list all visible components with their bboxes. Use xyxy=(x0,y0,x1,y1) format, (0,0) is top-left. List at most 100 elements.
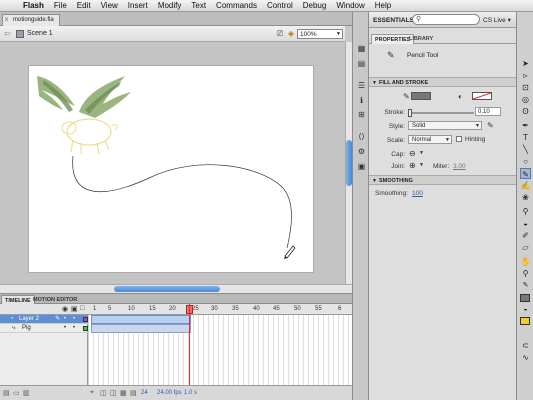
stroke-color-swatch[interactable] xyxy=(411,92,431,100)
menu-commands[interactable]: Commands xyxy=(211,1,262,10)
smooth-option-icon[interactable]: ∿ xyxy=(520,352,531,363)
scale-select[interactable]: Normal ▼ xyxy=(408,135,452,144)
pencil-tool-icon[interactable]: ✎ xyxy=(520,168,531,179)
current-frame[interactable]: 24 xyxy=(141,390,148,396)
stroke-color-well[interactable] xyxy=(520,294,530,302)
tab-motion-editor[interactable]: MOTION EDITOR xyxy=(30,295,80,304)
menu-modify[interactable]: Modify xyxy=(153,1,187,10)
layer-row-pig[interactable]: ⤷ Pig • • xyxy=(0,324,88,333)
eraser-tool-icon[interactable]: ▱ xyxy=(520,242,531,253)
stroke-style-select[interactable]: Solid ▼ xyxy=(408,121,482,130)
edit-scene-icon[interactable]: ⎚ xyxy=(275,29,285,39)
frame-grid[interactable] xyxy=(89,315,352,385)
onion-outline-icon[interactable]: ◫ xyxy=(110,389,117,397)
close-tab-icon[interactable]: x xyxy=(5,17,8,23)
lock-dot[interactable]: • xyxy=(73,315,75,324)
menu-flash[interactable]: Flash xyxy=(18,1,49,10)
brush-tool-icon[interactable]: ✍ xyxy=(520,180,531,191)
slider-thumb[interactable] xyxy=(408,109,412,117)
document-tab[interactable]: x motionguide.fla xyxy=(2,14,60,26)
lock-dot[interactable]: • xyxy=(73,324,75,333)
selection-tool-icon[interactable]: ➤ xyxy=(520,58,531,69)
subselection-tool-icon[interactable]: ▹ xyxy=(520,70,531,81)
flying-pig-graphic[interactable] xyxy=(37,76,131,155)
cap-style-icon[interactable]: ⊖ xyxy=(409,149,416,158)
deco-tool-icon[interactable]: ❀ xyxy=(520,192,531,203)
smoothing-value[interactable]: 100 xyxy=(412,190,423,197)
3d-rotation-tool-icon[interactable]: ◎ xyxy=(520,94,531,105)
section-fill-and-stroke[interactable]: ▼ FILL AND STROKE xyxy=(369,77,516,87)
hinting-checkbox[interactable] xyxy=(456,136,462,142)
menu-file[interactable]: File xyxy=(49,1,72,10)
code-snippets-icon[interactable]: ⟨⟩ xyxy=(356,132,367,142)
chevron-down-icon[interactable]: ▼ xyxy=(419,162,424,168)
motion-presets-icon[interactable]: ▣ xyxy=(356,162,367,172)
fill-color-well[interactable] xyxy=(520,317,530,325)
paint-bucket-tool-icon[interactable]: ◒ xyxy=(520,218,531,229)
frame-rate[interactable]: 24.00 fps xyxy=(157,390,182,396)
new-layer-icon[interactable]: ▤ xyxy=(3,389,10,397)
menu-text[interactable]: Text xyxy=(186,1,211,10)
info-panel-icon[interactable]: ℹ xyxy=(356,96,367,106)
transform-panel-icon[interactable]: ⊞ xyxy=(356,110,367,120)
section-smoothing[interactable]: ▼ SMOOTHING xyxy=(369,175,516,185)
stage-vertical-scrollbar[interactable] xyxy=(345,42,352,284)
stroke-width-field[interactable]: 0.10 xyxy=(475,107,501,116)
zoom-tool-icon[interactable]: ⚲ xyxy=(520,268,531,279)
chevron-down-icon[interactable]: ▼ xyxy=(419,150,424,156)
help-search-input[interactable]: ⚲ xyxy=(412,14,480,25)
guide-layer-frames[interactable] xyxy=(91,315,191,324)
stage-horizontal-scrollbar[interactable] xyxy=(0,284,352,293)
visibility-dot[interactable]: • xyxy=(64,324,66,333)
menu-control[interactable]: Control xyxy=(262,1,298,10)
lock-icon[interactable]: ▣ xyxy=(71,305,78,313)
scene-label[interactable]: Scene 1 xyxy=(27,30,53,37)
layer-color-swatch[interactable] xyxy=(83,317,88,322)
menu-insert[interactable]: Insert xyxy=(123,1,153,10)
edit-stroke-style-icon[interactable]: ✎ xyxy=(487,121,494,130)
outline-icon[interactable]: □ xyxy=(80,305,84,312)
pen-tool-icon[interactable]: ✒ xyxy=(520,120,531,131)
stroke-width-slider[interactable] xyxy=(408,109,474,117)
delete-layer-icon[interactable]: ▥ xyxy=(23,389,30,397)
layer-color-swatch[interactable] xyxy=(83,326,88,331)
align-panel-icon[interactable]: ☰ xyxy=(356,81,367,91)
text-tool-icon[interactable]: T xyxy=(520,132,531,143)
snap-to-objects-icon[interactable]: ⊂ xyxy=(520,340,531,351)
stage[interactable] xyxy=(28,65,314,273)
oval-tool-icon[interactable]: ○ xyxy=(520,156,531,167)
motion-guide-path[interactable] xyxy=(72,155,292,249)
layer-name[interactable]: Pig xyxy=(22,324,31,333)
fill-color-swatch[interactable] xyxy=(472,92,492,100)
menu-help[interactable]: Help xyxy=(370,1,396,10)
hand-tool-icon[interactable]: ✋ xyxy=(520,256,531,267)
edit-symbols-icon[interactable]: ◈ xyxy=(286,29,296,39)
components-panel-icon[interactable]: ⚙ xyxy=(356,147,367,157)
eye-icon[interactable]: ◉ xyxy=(62,305,68,313)
miter-value[interactable]: 3.00 xyxy=(453,163,466,170)
horizontal-scroll-thumb[interactable] xyxy=(114,286,220,292)
lasso-tool-icon[interactable]: ʘ xyxy=(520,106,531,117)
color-panel-icon[interactable]: ▦ xyxy=(356,44,367,54)
onion-skin-icon[interactable]: ◫ xyxy=(100,389,107,397)
menu-edit[interactable]: Edit xyxy=(72,1,96,10)
cs-live-menu[interactable]: CS Live ▾ xyxy=(483,16,511,24)
edit-multiple-frames-icon[interactable]: ▦ xyxy=(120,389,127,397)
tween-span[interactable] xyxy=(91,324,191,333)
center-frame-icon[interactable]: ⌖ xyxy=(90,389,94,397)
eyedropper-tool-icon[interactable]: ✐ xyxy=(520,230,531,241)
visibility-dot[interactable]: • xyxy=(64,315,66,324)
swatches-panel-icon[interactable]: ▤ xyxy=(356,59,367,69)
tab-library[interactable]: LIBRARY xyxy=(406,34,436,44)
zoom-select[interactable]: 100% ▼ xyxy=(297,29,343,39)
free-transform-tool-icon[interactable]: ⊡ xyxy=(520,82,531,93)
layer-row-layer-2[interactable]: ◔ Layer 2 ✎ • • xyxy=(0,315,88,324)
modify-markers-icon[interactable]: ▤ xyxy=(130,389,137,397)
menu-window[interactable]: Window xyxy=(331,1,369,10)
menu-view[interactable]: View xyxy=(96,1,123,10)
bone-tool-icon[interactable]: ⚲ xyxy=(520,206,531,217)
line-tool-icon[interactable]: ╲ xyxy=(520,144,531,155)
layer-name[interactable]: Layer 2 xyxy=(19,315,39,324)
join-style-icon[interactable]: ⊕ xyxy=(409,161,416,170)
back-arrow-icon[interactable]: ⇦ xyxy=(4,29,11,38)
